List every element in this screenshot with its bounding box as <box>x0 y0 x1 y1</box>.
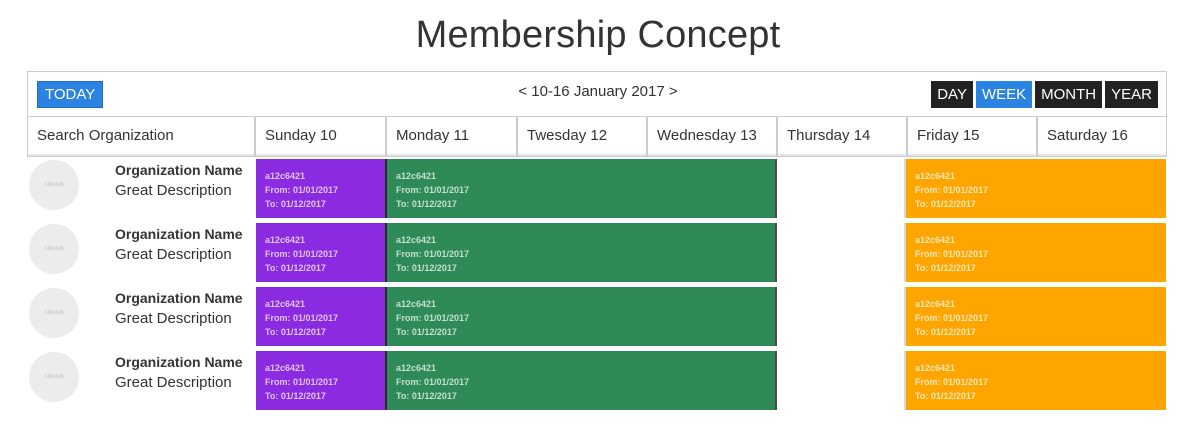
avatar: 140x140 <box>29 160 79 210</box>
event-to: To: 01/12/2017 <box>915 199 976 209</box>
membership-event[interactable]: a12c6421 From: 01/01/2017 To: 01/12/2017 <box>256 351 386 410</box>
view-switcher: DAY WEEK MONTH YEAR <box>931 81 1158 108</box>
organization-description: Great Description <box>115 310 232 327</box>
event-to: To: 01/12/2017 <box>265 199 326 209</box>
event-from: From: 01/01/2017 <box>915 377 989 387</box>
organization-row: 140x140 Organization Name Great Descript… <box>27 285 1167 346</box>
view-day-button[interactable]: DAY <box>931 81 973 108</box>
event-from: From: 01/01/2017 <box>265 377 339 387</box>
membership-event[interactable]: a12c6421 From: 01/01/2017 To: 01/12/2017 <box>904 159 1166 218</box>
membership-event[interactable]: a12c6421 From: 01/01/2017 To: 01/12/2017 <box>256 223 386 282</box>
event-to: To: 01/12/2017 <box>396 199 457 209</box>
date-range-label: 10-16 January 2017 <box>531 83 665 100</box>
day-header-wednesday: Wednesday 13 <box>647 117 777 157</box>
day-header-monday: Monday 11 <box>386 117 517 157</box>
view-month-button[interactable]: MONTH <box>1035 81 1103 108</box>
organization-description: Great Description <box>115 182 232 199</box>
event-id: a12c6421 <box>915 235 956 245</box>
event-from: From: 01/01/2017 <box>396 249 470 259</box>
event-to: To: 01/12/2017 <box>396 391 457 401</box>
organization-row: 140x140 Organization Name Great Descript… <box>27 157 1167 218</box>
event-to: To: 01/12/2017 <box>915 263 976 273</box>
event-from: From: 01/01/2017 <box>915 249 989 259</box>
membership-event[interactable]: a12c6421 From: 01/01/2017 To: 01/12/2017 <box>385 287 777 346</box>
event-from: From: 01/01/2017 <box>396 313 470 323</box>
event-id: a12c6421 <box>265 171 306 181</box>
event-from: From: 01/01/2017 <box>915 185 989 195</box>
event-id: a12c6421 <box>915 299 956 309</box>
organization-name[interactable]: Organization Name <box>115 162 243 178</box>
event-id: a12c6421 <box>396 171 437 181</box>
organization-name[interactable]: Organization Name <box>115 290 243 306</box>
organization-row: 140x140 Organization Name Great Descript… <box>27 349 1167 410</box>
day-header-tuesday: Twesday 12 <box>517 117 647 157</box>
event-to: To: 01/12/2017 <box>265 327 326 337</box>
search-organization-input[interactable]: Search Organization <box>27 117 255 157</box>
view-year-button[interactable]: YEAR <box>1105 81 1158 108</box>
event-id: a12c6421 <box>396 299 437 309</box>
calendar-header-row: Search Organization Sunday 10 Monday 11 … <box>27 117 1167 157</box>
event-id: a12c6421 <box>396 363 437 373</box>
event-id: a12c6421 <box>265 363 306 373</box>
event-to: To: 01/12/2017 <box>915 327 976 337</box>
event-from: From: 01/01/2017 <box>396 185 470 195</box>
avatar: 140x140 <box>29 352 79 402</box>
event-id: a12c6421 <box>915 363 956 373</box>
membership-event[interactable]: a12c6421 From: 01/01/2017 To: 01/12/2017 <box>256 159 386 218</box>
membership-event[interactable]: a12c6421 From: 01/01/2017 To: 01/12/2017 <box>904 287 1166 346</box>
event-id: a12c6421 <box>265 299 306 309</box>
avatar: 140x140 <box>29 224 79 274</box>
organization-name[interactable]: Organization Name <box>115 226 243 242</box>
membership-event[interactable]: a12c6421 From: 01/01/2017 To: 01/12/2017 <box>904 351 1166 410</box>
event-from: From: 01/01/2017 <box>265 185 339 195</box>
day-header-friday: Friday 15 <box>907 117 1037 157</box>
membership-event[interactable]: a12c6421 From: 01/01/2017 To: 01/12/2017 <box>904 223 1166 282</box>
event-id: a12c6421 <box>396 235 437 245</box>
next-week-button[interactable]: > <box>669 83 678 100</box>
membership-event[interactable]: a12c6421 From: 01/01/2017 To: 01/12/2017 <box>385 351 777 410</box>
event-from: From: 01/01/2017 <box>915 313 989 323</box>
day-header-sunday: Sunday 10 <box>255 117 386 157</box>
event-to: To: 01/12/2017 <box>265 263 326 273</box>
event-from: From: 01/01/2017 <box>265 249 339 259</box>
organization-description: Great Description <box>115 374 232 391</box>
avatar: 140x140 <box>29 288 79 338</box>
organization-row: 140x140 Organization Name Great Descript… <box>27 221 1167 282</box>
day-header-saturday: Saturday 16 <box>1037 117 1167 157</box>
prev-week-button[interactable]: < <box>518 83 527 100</box>
page-title: Membership Concept <box>415 14 781 56</box>
event-to: To: 01/12/2017 <box>396 263 457 273</box>
event-to: To: 01/12/2017 <box>915 391 976 401</box>
day-header-thursday: Thursday 14 <box>777 117 907 157</box>
organization-description: Great Description <box>115 246 232 263</box>
membership-event[interactable]: a12c6421 From: 01/01/2017 To: 01/12/2017 <box>256 287 386 346</box>
membership-event[interactable]: a12c6421 From: 01/01/2017 To: 01/12/2017 <box>385 223 777 282</box>
organization-name[interactable]: Organization Name <box>115 354 243 370</box>
event-id: a12c6421 <box>265 235 306 245</box>
event-from: From: 01/01/2017 <box>396 377 470 387</box>
event-from: From: 01/01/2017 <box>265 313 339 323</box>
calendar-toolbar: TODAY < 10-16 January 2017 > DAY WEEK MO… <box>27 71 1167 117</box>
event-id: a12c6421 <box>915 171 956 181</box>
event-to: To: 01/12/2017 <box>265 391 326 401</box>
view-week-button[interactable]: WEEK <box>975 81 1033 108</box>
membership-event[interactable]: a12c6421 From: 01/01/2017 To: 01/12/2017 <box>385 159 777 218</box>
event-to: To: 01/12/2017 <box>396 327 457 337</box>
